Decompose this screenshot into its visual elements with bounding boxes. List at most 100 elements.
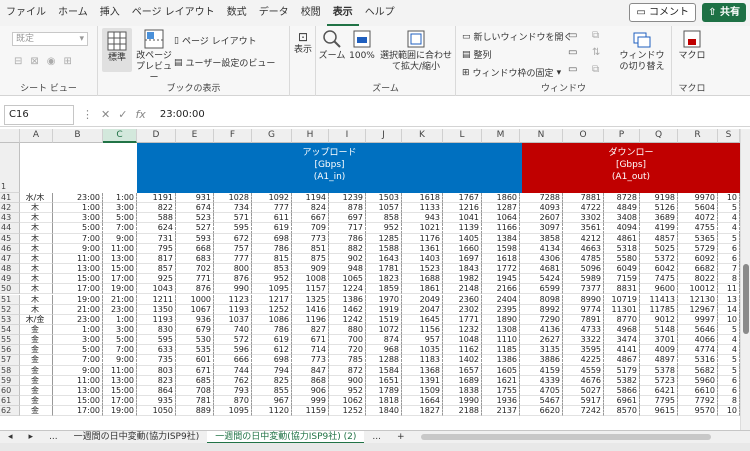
table-cell[interactable]: 21:00 <box>103 294 137 305</box>
table-cell[interactable]: 7290 <box>520 314 563 325</box>
table-cell[interactable]: 5989 <box>563 274 604 285</box>
table-cell[interactable]: 1462 <box>329 304 366 315</box>
table-cell[interactable]: 857 <box>137 264 176 275</box>
row-header[interactable]: 61 <box>0 396 20 407</box>
table-cell[interactable]: 15:00 <box>103 264 137 275</box>
table-cell[interactable]: 593 <box>176 233 214 244</box>
table-cell[interactable]: 771 <box>176 274 214 285</box>
table-cell[interactable]: 23:00 <box>53 193 103 204</box>
table-cell[interactable]: 633 <box>137 345 176 356</box>
table-cell[interactable]: 1057 <box>366 203 402 214</box>
table-cell[interactable]: 19:00 <box>103 406 137 417</box>
table-cell[interactable]: 1970 <box>366 294 402 305</box>
table-cell[interactable]: 17:00 <box>53 406 103 417</box>
table-cell[interactable]: 595 <box>214 223 252 234</box>
column-header-Q[interactable]: Q <box>640 129 678 143</box>
table-cell[interactable]: 858 <box>366 213 402 224</box>
table-cell[interactable]: 731 <box>137 233 176 244</box>
table-cell[interactable]: 5025 <box>640 243 678 254</box>
table-cell[interactable]: 3:00 <box>103 324 137 336</box>
table-cell[interactable]: 708 <box>176 385 214 396</box>
table-cell[interactable]: 864 <box>137 385 176 396</box>
more-sheets-button[interactable]: ... <box>41 431 66 444</box>
table-cell[interactable]: 木 <box>20 284 53 295</box>
table-cell[interactable]: 7377 <box>563 284 604 295</box>
add-sheet-button[interactable]: + <box>389 431 413 444</box>
column-header-H[interactable]: H <box>292 129 329 143</box>
table-cell[interactable]: 金 <box>20 365 53 376</box>
table-cell[interactable]: 530 <box>176 335 214 346</box>
normal-view-button[interactable]: 標準 <box>102 28 132 72</box>
table-cell[interactable]: 木 <box>20 274 53 285</box>
table-cell[interactable]: 6620 <box>520 406 563 417</box>
table-cell[interactable]: 6961 <box>604 396 640 407</box>
table-cell[interactable]: 5179 <box>604 365 640 376</box>
table-cell[interactable]: 9012 <box>640 314 678 325</box>
table-cell[interactable]: 4867 <box>604 355 640 366</box>
table-cell[interactable]: 855 <box>252 385 292 396</box>
row-header[interactable]: 43 <box>0 213 20 224</box>
table-cell[interactable]: 1402 <box>443 355 482 366</box>
table-cell[interactable]: 5 <box>718 233 740 244</box>
menu-item-3[interactable]: ページ レイアウト <box>126 0 221 26</box>
table-cell[interactable]: 5682 <box>678 365 718 376</box>
table-cell[interactable]: 4094 <box>604 223 640 234</box>
table-cell[interactable]: 800 <box>214 264 252 275</box>
column-header-J[interactable]: J <box>366 129 402 143</box>
row-header[interactable]: 52 <box>0 304 20 315</box>
table-cell[interactable]: 10 <box>718 314 740 325</box>
table-cell[interactable]: 1159 <box>292 406 329 417</box>
table-cell[interactable]: 1072 <box>366 324 402 336</box>
table-cell[interactable]: 1416 <box>292 304 329 315</box>
table-cell[interactable]: 5126 <box>640 203 678 214</box>
table-cell[interactable]: 1618 <box>482 253 520 265</box>
table-cell[interactable]: 925 <box>137 274 176 285</box>
table-cell[interactable]: 735 <box>137 355 176 366</box>
table-cell[interactable]: 1095 <box>214 406 252 417</box>
name-box[interactable]: C16 <box>4 104 74 125</box>
column-header-I[interactable]: I <box>329 129 366 143</box>
show-button[interactable]: ⊡ 表示 <box>290 31 316 56</box>
table-cell[interactable]: 702 <box>176 264 214 275</box>
table-cell[interactable]: 5318 <box>604 243 640 254</box>
table-cell[interactable]: 7 <box>718 264 740 275</box>
table-cell[interactable]: 11413 <box>640 294 678 305</box>
sync-scroll-icon[interactable]: ⇅ <box>592 47 600 58</box>
table-cell[interactable]: 1:00 <box>103 193 137 204</box>
table-cell[interactable]: 999 <box>292 396 329 407</box>
table-cell[interactable]: 777 <box>214 253 252 265</box>
table-cell[interactable]: 4 <box>718 223 740 234</box>
table-cell[interactable]: 1823 <box>366 274 402 285</box>
table-cell[interactable]: 1840 <box>366 406 402 417</box>
table-cell[interactable]: 4857 <box>640 233 678 244</box>
table-cell[interactable]: 2302 <box>443 304 482 315</box>
switch-windows-button[interactable]: ウィンドウの切り替え <box>616 29 668 73</box>
table-cell[interactable]: 1065 <box>329 274 366 285</box>
table-cell[interactable]: 8831 <box>604 284 640 295</box>
table-cell[interactable]: 1386 <box>329 294 366 305</box>
table-cell[interactable]: 1242 <box>329 314 366 325</box>
table-cell[interactable]: 666 <box>214 355 252 366</box>
table-cell[interactable]: 木 <box>20 233 53 244</box>
table-cell[interactable]: 1618 <box>402 193 443 204</box>
table-cell[interactable]: 572 <box>214 335 252 346</box>
table-cell[interactable]: 6 <box>718 385 740 396</box>
column-header-N[interactable]: N <box>520 129 563 143</box>
table-cell[interactable]: 4141 <box>604 345 640 356</box>
table-cell[interactable]: 1062 <box>329 396 366 407</box>
table-cell[interactable]: 1092 <box>252 193 292 204</box>
table-cell[interactable]: 11301 <box>604 304 640 315</box>
row-header[interactable]: 46 <box>0 243 20 254</box>
table-cell[interactable]: 8992 <box>520 304 563 315</box>
table-cell[interactable]: 1176 <box>402 233 443 244</box>
table-cell[interactable]: 7159 <box>604 274 640 285</box>
formula-input[interactable]: 23:00:00 <box>154 109 205 120</box>
table-cell[interactable]: 6 <box>718 253 740 265</box>
table-cell[interactable]: 4774 <box>678 345 718 356</box>
column-header-B[interactable]: B <box>53 129 103 143</box>
table-cell[interactable]: 13:00 <box>103 375 137 386</box>
table-cell[interactable]: 4733 <box>563 324 604 336</box>
table-cell[interactable]: 木 <box>20 264 53 275</box>
table-cell[interactable]: 15:00 <box>103 385 137 396</box>
table-cell[interactable]: 2047 <box>402 304 443 315</box>
